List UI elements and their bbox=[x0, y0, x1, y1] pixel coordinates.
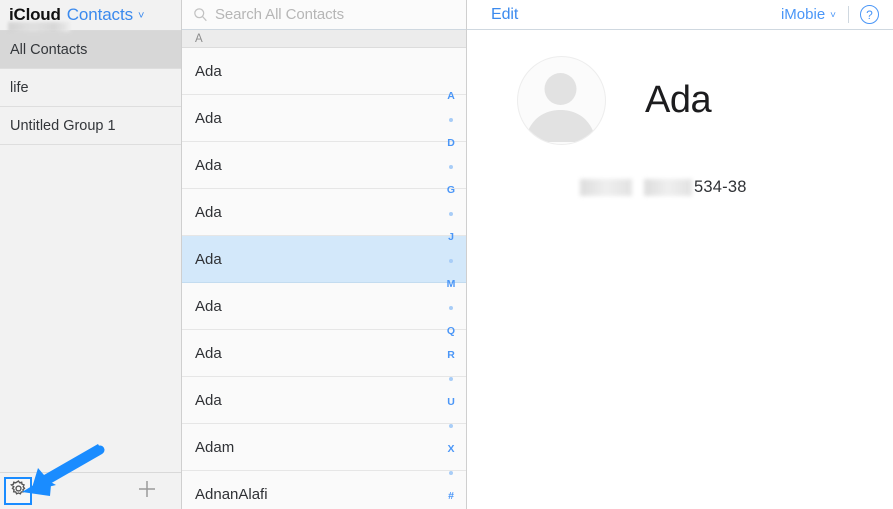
search-input[interactable]: Search All Contacts bbox=[215, 6, 344, 23]
index-entry-dot[interactable]: • bbox=[436, 109, 466, 133]
page-title: Ada bbox=[645, 79, 711, 122]
redacted-phone-part-2 bbox=[644, 179, 692, 196]
table-row[interactable]: Ada bbox=[182, 377, 466, 424]
phone-field-row[interactable]: 534-38 bbox=[467, 176, 893, 198]
contact-name-label: Ada bbox=[195, 63, 222, 80]
help-icon[interactable]: ? bbox=[860, 5, 879, 24]
sidebar-header: iCloud Contacts ˅ bbox=[0, 0, 181, 30]
index-entry[interactable]: # bbox=[436, 485, 466, 509]
table-row[interactable]: Ada bbox=[182, 142, 466, 189]
index-entry[interactable]: Q bbox=[436, 320, 466, 344]
redacted-account-strip bbox=[8, 22, 70, 32]
sidebar-item-label: life bbox=[10, 80, 29, 96]
add-contact-button[interactable] bbox=[135, 479, 159, 503]
table-row[interactable]: Ada bbox=[182, 330, 466, 377]
app-switcher-label[interactable]: Contacts bbox=[67, 5, 133, 25]
contact-name-label: Ada bbox=[195, 110, 222, 127]
index-entry-dot[interactable]: • bbox=[436, 203, 466, 227]
contact-detail-pane: Edit iMobie ˅ ? Ada 534-38 Notes bbox=[467, 0, 893, 509]
avatar[interactable] bbox=[517, 56, 606, 145]
table-row[interactable]: AdnanAlafi bbox=[182, 471, 466, 509]
edit-button[interactable]: Edit bbox=[491, 6, 518, 24]
account-menu-label[interactable]: iMobie bbox=[781, 6, 825, 23]
index-entry[interactable]: X bbox=[436, 438, 466, 462]
phone-number-value: 534-38 bbox=[694, 178, 747, 197]
detail-toolbar-right: iMobie ˅ ? bbox=[781, 5, 879, 24]
table-row-selected[interactable]: Ada bbox=[182, 236, 466, 283]
chevron-down-icon[interactable]: ˅ bbox=[138, 11, 144, 22]
index-entry-dot[interactable]: • bbox=[436, 156, 466, 180]
index-entry[interactable]: U bbox=[436, 391, 466, 415]
contact-name-label: Adam bbox=[195, 439, 234, 456]
table-row[interactable]: Ada bbox=[182, 48, 466, 95]
plus-icon bbox=[136, 478, 158, 505]
contact-name-label: Ada bbox=[195, 298, 222, 315]
index-entry-dot[interactable]: • bbox=[436, 367, 466, 391]
contact-card-header: Ada bbox=[467, 30, 893, 145]
index-entry-dot[interactable]: • bbox=[436, 297, 466, 321]
list-section-header: A bbox=[182, 30, 466, 48]
table-row[interactable]: Adam bbox=[182, 424, 466, 471]
person-placeholder-icon bbox=[518, 57, 603, 142]
sidebar-item-label: Untitled Group 1 bbox=[10, 118, 116, 134]
table-row[interactable]: Ada bbox=[182, 283, 466, 330]
sidebar-item-untitled-group-1[interactable]: Untitled Group 1 bbox=[0, 107, 181, 145]
settings-button[interactable] bbox=[4, 477, 32, 505]
alphabet-index-scrubber[interactable]: A • D • G • J • M • Q R • U • X • # bbox=[436, 85, 466, 509]
search-icon bbox=[193, 7, 208, 22]
contact-name-label: Ada bbox=[195, 157, 222, 174]
contact-name-label: Ada bbox=[195, 392, 222, 409]
icloud-contacts-window: iCloud Contacts ˅ All Contacts life Unti… bbox=[0, 0, 893, 509]
index-entry[interactable]: G bbox=[436, 179, 466, 203]
sidebar: iCloud Contacts ˅ All Contacts life Unti… bbox=[0, 0, 182, 509]
gear-icon bbox=[9, 479, 28, 503]
index-entry-dot[interactable]: • bbox=[436, 250, 466, 274]
index-entry[interactable]: M bbox=[436, 273, 466, 297]
chevron-down-icon[interactable]: ˅ bbox=[830, 10, 836, 21]
group-list: All Contacts life Untitled Group 1 bbox=[0, 31, 181, 145]
sidebar-bottom-toolbar bbox=[0, 472, 181, 509]
contact-name-label: Ada bbox=[195, 204, 222, 221]
index-entry[interactable]: A bbox=[436, 85, 466, 109]
sidebar-item-life[interactable]: life bbox=[0, 69, 181, 107]
table-row[interactable]: Ada bbox=[182, 189, 466, 236]
detail-toolbar: Edit iMobie ˅ ? bbox=[467, 0, 893, 30]
contact-name-label: AdnanAlafi bbox=[195, 486, 268, 503]
toolbar-divider bbox=[848, 6, 849, 23]
index-entry-dot[interactable]: • bbox=[436, 414, 466, 438]
list-section-letter: A bbox=[195, 33, 203, 45]
contact-list-column: Search All Contacts A Ada Ada Ada Ada Ad… bbox=[182, 0, 467, 509]
table-row[interactable]: Ada bbox=[182, 95, 466, 142]
index-entry[interactable]: D bbox=[436, 132, 466, 156]
contact-name-label: Ada bbox=[195, 345, 222, 362]
index-entry[interactable]: J bbox=[436, 226, 466, 250]
sidebar-item-label: All Contacts bbox=[10, 42, 87, 58]
index-entry[interactable]: R bbox=[436, 344, 466, 368]
sidebar-item-all-contacts[interactable]: All Contacts bbox=[0, 31, 181, 69]
redacted-phone-part-1 bbox=[580, 179, 632, 196]
contact-name-label: Ada bbox=[195, 251, 222, 268]
index-entry-dot[interactable]: • bbox=[436, 461, 466, 485]
search-bar[interactable]: Search All Contacts bbox=[182, 0, 466, 30]
